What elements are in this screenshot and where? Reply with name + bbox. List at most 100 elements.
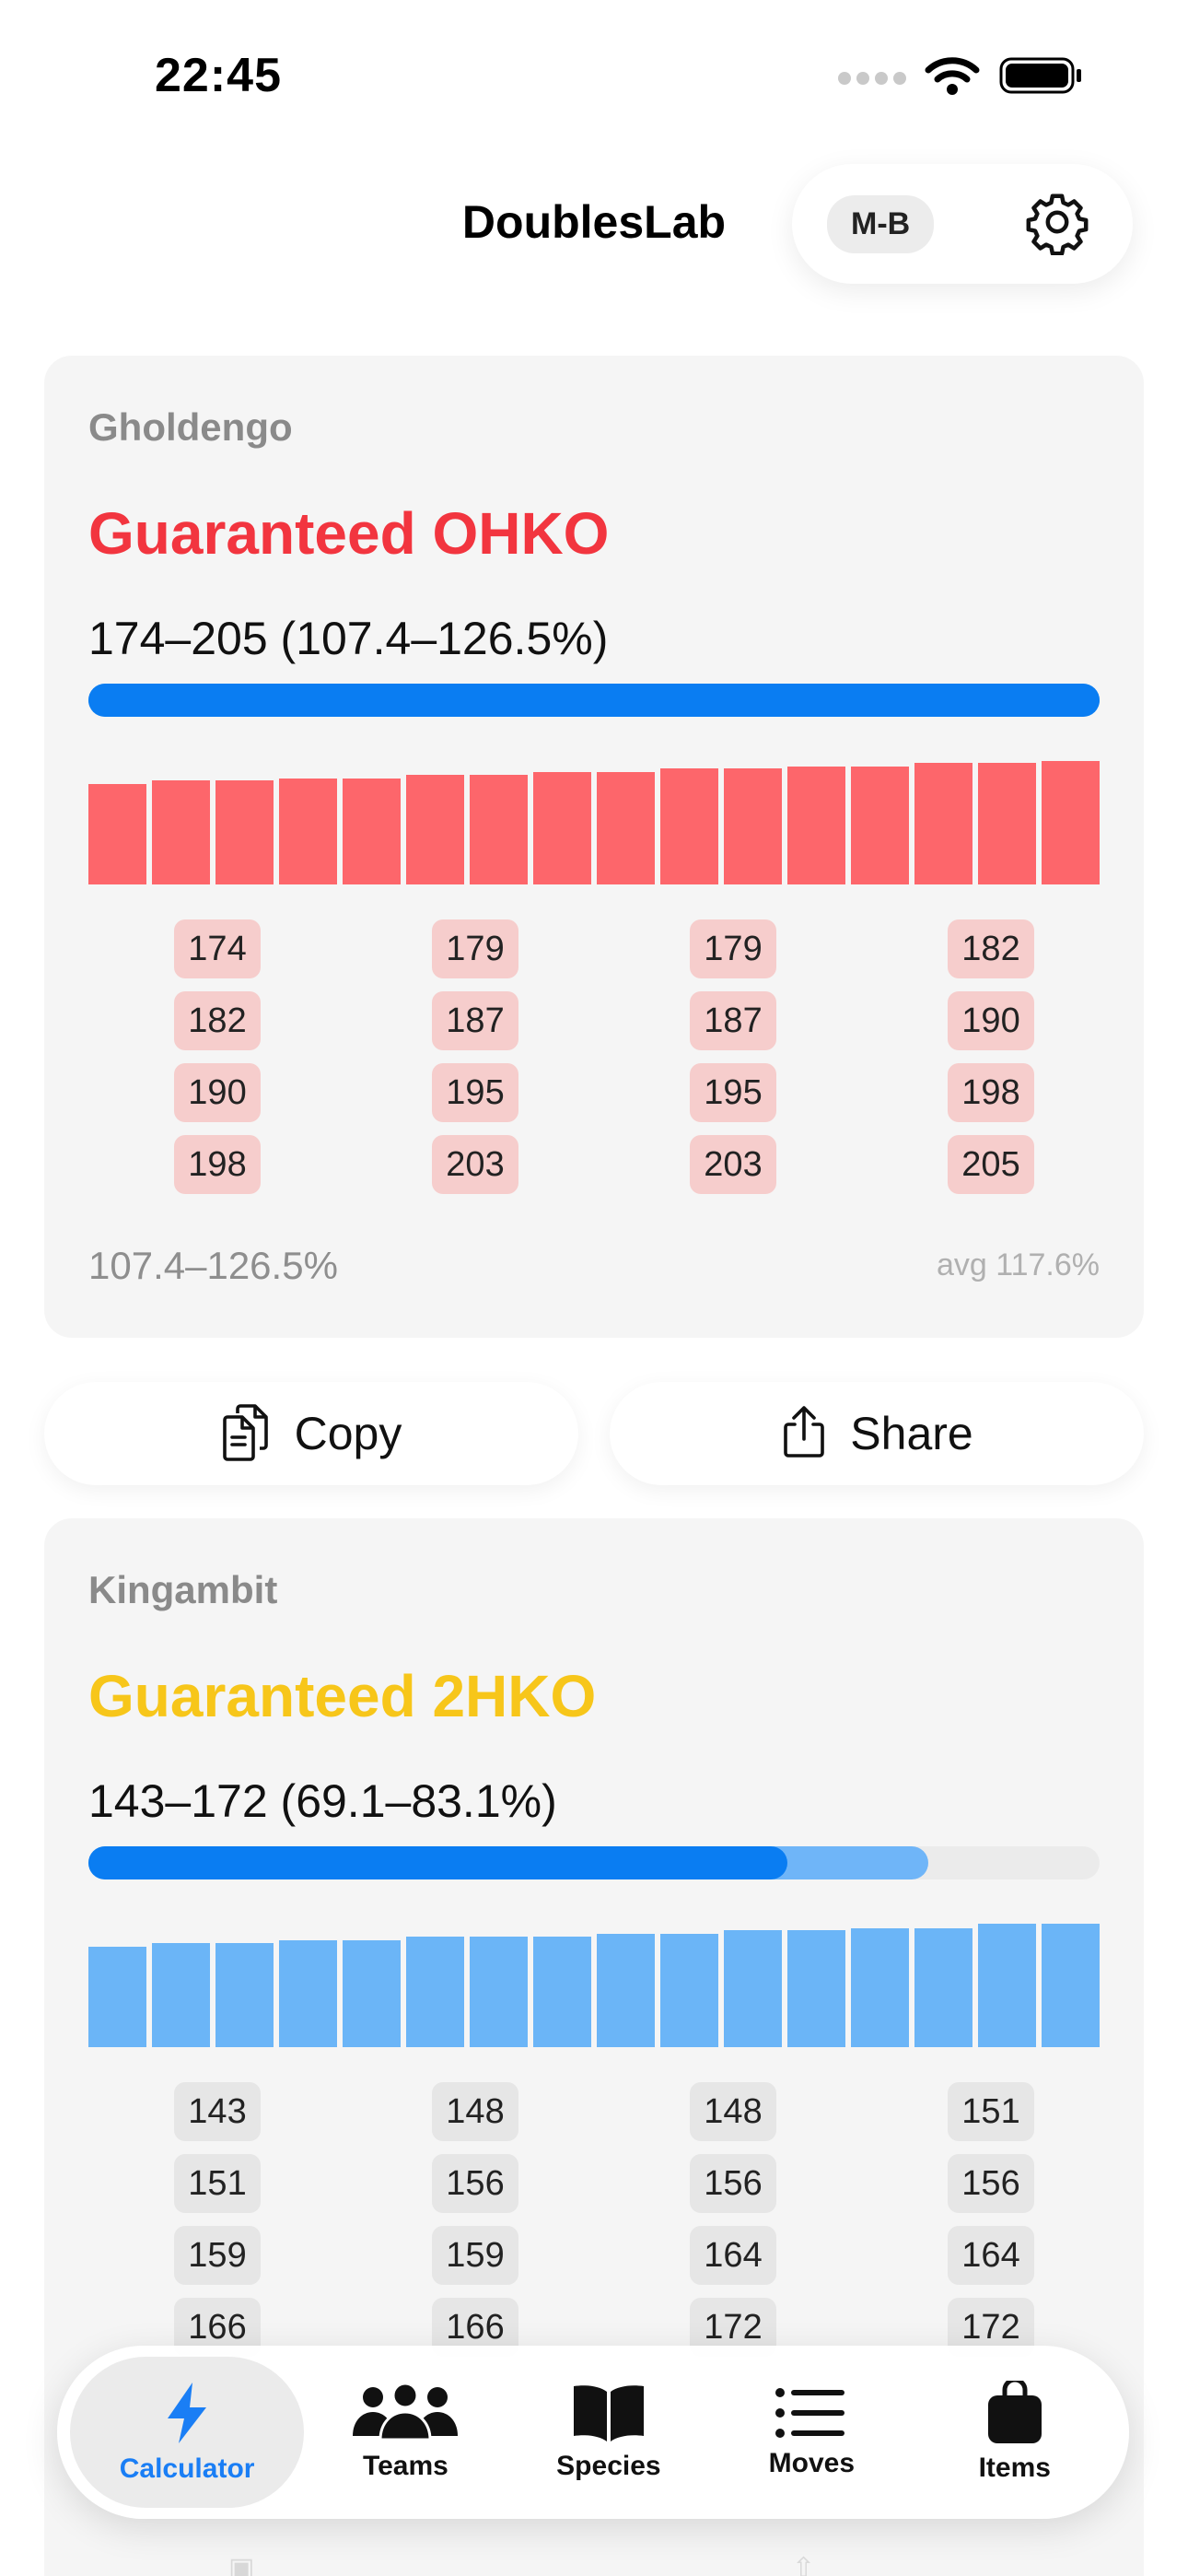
- roll-cell: 198: [862, 1063, 1120, 1122]
- hp-min-damage-fill: [88, 1846, 787, 1879]
- roll-bar: [152, 780, 210, 884]
- roll-bar: [279, 1940, 337, 2047]
- status-time: 22:45: [155, 49, 282, 102]
- tab-calculator[interactable]: Calculator: [70, 2357, 305, 2508]
- roll-chip: 179: [690, 919, 776, 978]
- roll-cell: 174: [88, 919, 346, 978]
- roll-chip: 151: [948, 2082, 1034, 2141]
- roll-chip: 182: [948, 919, 1034, 978]
- roll-chip: 190: [948, 991, 1034, 1050]
- roll-cell: 156: [862, 2154, 1120, 2213]
- tab-label: Moves: [768, 2448, 856, 2478]
- roll-chip: 198: [174, 1135, 261, 1194]
- roll-chip: 156: [432, 2154, 518, 2213]
- roll-chip: 203: [690, 1135, 776, 1194]
- roll-bar: [88, 784, 146, 884]
- tab-label: Items: [978, 2453, 1051, 2483]
- roll-distribution: [88, 1924, 1100, 2047]
- roll-bar: [406, 1937, 464, 2047]
- roll-bar: [597, 1934, 655, 2047]
- tab-label: Calculator: [119, 2453, 255, 2484]
- roll-cell: 190: [88, 1063, 346, 1122]
- damage-range: 143–172 (69.1–83.1%): [88, 1775, 557, 1827]
- roll-values-grid: 174 179 179 182 182 187 187 190 190 195 195 198 198 2…: [88, 919, 1122, 1194]
- roll-cell: 151: [862, 2082, 1120, 2141]
- result-card: Gholdengo Guaranteed OHKO 174–205 (107.4…: [44, 356, 1144, 1338]
- roll-chip: 190: [174, 1063, 261, 1122]
- roll-chip: 151: [174, 2154, 261, 2213]
- roll-bar: [215, 780, 274, 884]
- roll-values-grid: 143 148 148 151 151 156 156 156 159 159 164 164 166 1…: [88, 2082, 1122, 2357]
- roll-bar: [851, 766, 909, 884]
- roll-cell: 159: [346, 2226, 604, 2285]
- roll-bar: [343, 778, 401, 884]
- roll-bar: [978, 1924, 1036, 2047]
- roll-bar: [152, 1943, 210, 2047]
- roll-bar: [660, 1934, 718, 2047]
- copy-button[interactable]: Copy: [44, 1382, 578, 1485]
- copy-label: Copy: [294, 1408, 402, 1459]
- roll-cell: 148: [346, 2082, 604, 2141]
- share-icon: [780, 1402, 828, 1466]
- roll-bar: [470, 1937, 528, 2047]
- roll-bar: [470, 774, 528, 884]
- roll-bar: [88, 1947, 146, 2047]
- share-button[interactable]: Share: [610, 1382, 1144, 1485]
- roll-cell: 164: [862, 2226, 1120, 2285]
- roll-bar: [978, 762, 1036, 884]
- roll-chip: 156: [690, 2154, 776, 2213]
- roll-cell: 151: [88, 2154, 346, 2213]
- hp-damage-bar: [88, 1846, 1100, 1879]
- roll-cell: 179: [346, 919, 604, 978]
- roll-cell: 203: [346, 1135, 604, 1194]
- roll-chip: 195: [690, 1063, 776, 1122]
- roll-cell: 190: [862, 991, 1120, 1050]
- roll-cell: 182: [88, 991, 346, 1050]
- hp-min-damage-fill: [88, 684, 1100, 717]
- roll-cell: 187: [346, 991, 604, 1050]
- roll-bar: [1042, 761, 1100, 884]
- roll-bar: [533, 1937, 591, 2047]
- hp-damage-bar: [88, 684, 1100, 717]
- battery-icon: [998, 55, 1083, 100]
- roll-bar: [914, 762, 973, 884]
- roll-cell: 148: [604, 2082, 862, 2141]
- roll-bar: [724, 1930, 782, 2047]
- bolt-icon: [162, 2380, 212, 2446]
- roll-distribution: [88, 761, 1100, 884]
- tab-label: Species: [556, 2451, 661, 2481]
- roll-cell: 159: [88, 2226, 346, 2285]
- gear-icon[interactable]: [1024, 189, 1090, 260]
- target-name: Kingambit: [88, 1568, 278, 1611]
- roll-chip: 143: [174, 2082, 261, 2141]
- roll-bar: [724, 768, 782, 884]
- share-label: Share: [850, 1408, 973, 1459]
- mode-badge[interactable]: M-B: [827, 194, 935, 253]
- tab-moves[interactable]: Moves: [710, 2357, 913, 2508]
- tab-teams[interactable]: Teams: [304, 2357, 507, 2508]
- roll-bar: [406, 774, 464, 884]
- calculator-screen: 22:45 DoublesLab M-B Gholdengo Guarantee…: [0, 0, 1188, 2576]
- roll-bar: [215, 1943, 274, 2047]
- tab-species[interactable]: Species: [507, 2357, 710, 2508]
- roll-chip: 195: [432, 1063, 518, 1122]
- roll-chip: 164: [948, 2226, 1034, 2285]
- nav-actions-pill: M-B: [792, 164, 1133, 284]
- roll-bar: [597, 772, 655, 884]
- roll-bar: [533, 772, 591, 884]
- tab-label: Teams: [363, 2451, 448, 2481]
- percent-range: 107.4–126.5%: [88, 1244, 338, 1287]
- copy-button-peek: ▣: [228, 2553, 255, 2576]
- bag-icon: [986, 2381, 1043, 2445]
- roll-chip: 164: [690, 2226, 776, 2285]
- roll-chip: 174: [174, 919, 261, 978]
- roll-chip: 159: [174, 2226, 261, 2285]
- tab-items[interactable]: Items: [914, 2357, 1116, 2508]
- roll-cell: 198: [88, 1135, 346, 1194]
- target-name: Gholdengo: [88, 405, 293, 449]
- roll-cell: 205: [862, 1135, 1120, 1194]
- cellular-signal-icon: [838, 71, 906, 85]
- ko-verdict: Guaranteed OHKO: [88, 500, 610, 567]
- tab-bar: Calculator Teams Species Moves Items: [57, 2346, 1129, 2519]
- roll-bar: [343, 1940, 401, 2047]
